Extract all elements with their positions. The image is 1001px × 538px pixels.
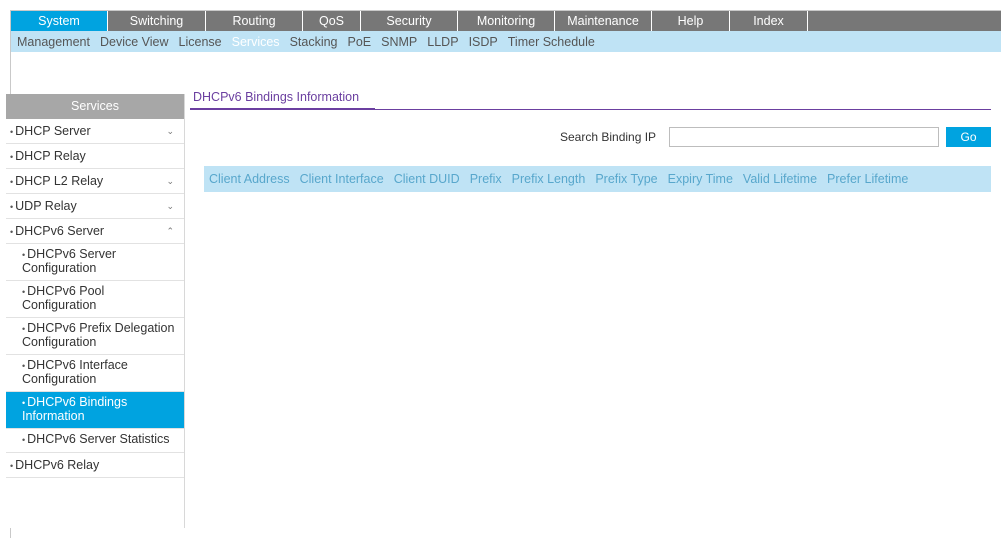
bullet-icon: • bbox=[22, 361, 26, 371]
column-header-prefix[interactable]: Prefix bbox=[465, 172, 507, 186]
search-binding-ip-label: Search Binding IP bbox=[560, 130, 657, 144]
sidebar-item-dhcp-server[interactable]: • DHCP Server ⌄ bbox=[6, 119, 184, 144]
sidebar-item-dhcpv6-relay[interactable]: • DHCPv6 Relay bbox=[6, 453, 184, 478]
title-underline bbox=[190, 108, 375, 110]
sub-navigation: Management Device View License Services … bbox=[11, 31, 1001, 52]
sidebar-item-label: DHCP L2 Relay bbox=[15, 174, 104, 188]
subnav-poe[interactable]: PoE bbox=[348, 35, 372, 49]
sidebar-item-dhcp-relay[interactable]: • DHCP Relay bbox=[6, 144, 184, 169]
sidebar-subitem-label: DHCPv6 Prefix Delegation Configuration bbox=[22, 321, 175, 349]
subnav-stacking[interactable]: Stacking bbox=[290, 35, 338, 49]
sidebar-item-label: DHCP Relay bbox=[15, 149, 86, 163]
bullet-icon: • bbox=[22, 287, 26, 297]
sidebar-subitem-label: DHCPv6 Bindings Information bbox=[22, 395, 128, 423]
bullet-icon: • bbox=[10, 202, 14, 212]
bullet-icon: • bbox=[10, 127, 14, 137]
sidebar: Services • DHCP Server ⌄ • DHCP Relay • DHC… bbox=[6, 94, 185, 528]
sidebar-subitem-bindings-information[interactable]: • DHCPv6 Bindings Information bbox=[6, 392, 184, 429]
column-header-prefer-lifetime[interactable]: Prefer Lifetime bbox=[822, 172, 913, 186]
go-button[interactable]: Go bbox=[946, 127, 991, 147]
subnav-isdp[interactable]: ISDP bbox=[469, 35, 498, 49]
sidebar-subitem-label: DHCPv6 Pool Configuration bbox=[22, 284, 105, 312]
search-binding-ip-input[interactable] bbox=[669, 127, 939, 147]
sidebar-header: Services bbox=[6, 94, 184, 119]
nav-tab-qos[interactable]: QoS bbox=[303, 11, 361, 31]
subnav-license[interactable]: License bbox=[179, 35, 222, 49]
subnav-snmp[interactable]: SNMP bbox=[381, 35, 417, 49]
bullet-icon: • bbox=[22, 250, 26, 260]
bullet-icon: • bbox=[22, 324, 26, 334]
bullet-icon: • bbox=[10, 461, 14, 471]
sidebar-subitem-pool-configuration[interactable]: • DHCPv6 Pool Configuration bbox=[6, 281, 184, 318]
column-header-client-address[interactable]: Client Address bbox=[204, 172, 295, 186]
sidebar-subitem-prefix-delegation[interactable]: • DHCPv6 Prefix Delegation Configuration bbox=[6, 318, 184, 355]
subnav-management[interactable]: Management bbox=[17, 35, 90, 49]
sidebar-subitem-label: DHCPv6 Server Statistics bbox=[27, 432, 170, 446]
column-header-prefix-type[interactable]: Prefix Type bbox=[590, 172, 662, 186]
sidebar-subitem-label: DHCPv6 Server Configuration bbox=[22, 247, 117, 275]
nav-filler bbox=[808, 11, 1001, 31]
sidebar-item-label: DHCPv6 Relay bbox=[15, 458, 100, 472]
chevron-down-icon[interactable]: ⌄ bbox=[166, 194, 174, 219]
chevron-down-icon[interactable]: ⌄ bbox=[166, 169, 174, 194]
subnav-device-view[interactable]: Device View bbox=[100, 35, 169, 49]
nav-tab-system[interactable]: System bbox=[11, 11, 108, 31]
nav-tab-routing[interactable]: Routing bbox=[206, 11, 303, 31]
sidebar-subitem-label: DHCPv6 Interface Configuration bbox=[22, 358, 128, 386]
nav-tab-help[interactable]: Help bbox=[652, 11, 730, 31]
bullet-icon: • bbox=[10, 152, 14, 162]
column-header-valid-lifetime[interactable]: Valid Lifetime bbox=[738, 172, 822, 186]
sidebar-subitem-server-configuration[interactable]: • DHCPv6 Server Configuration bbox=[6, 244, 184, 281]
column-header-expiry-time[interactable]: Expiry Time bbox=[663, 172, 738, 186]
chevron-up-icon[interactable]: ⌃ bbox=[166, 219, 174, 244]
sidebar-item-label: UDP Relay bbox=[15, 199, 77, 213]
sidebar-item-dhcpv6-server[interactable]: • DHCPv6 Server ⌃ bbox=[6, 219, 184, 244]
nav-tab-maintenance[interactable]: Maintenance bbox=[555, 11, 652, 31]
subnav-services[interactable]: Services bbox=[232, 35, 280, 49]
column-header-prefix-length[interactable]: Prefix Length bbox=[507, 172, 591, 186]
bullet-icon: • bbox=[10, 227, 14, 237]
page-title: DHCPv6 Bindings Information bbox=[193, 90, 360, 104]
sidebar-item-label: DHCPv6 Server bbox=[15, 224, 105, 238]
column-header-client-duid[interactable]: Client DUID bbox=[389, 172, 465, 186]
sidebar-item-label: DHCP Server bbox=[15, 124, 91, 138]
sidebar-subitem-interface-configuration[interactable]: • DHCPv6 Interface Configuration bbox=[6, 355, 184, 392]
chevron-down-icon[interactable]: ⌄ bbox=[166, 119, 174, 144]
subnav-timer-schedule[interactable]: Timer Schedule bbox=[508, 35, 595, 49]
nav-tab-monitoring[interactable]: Monitoring bbox=[458, 11, 555, 31]
nav-tab-index[interactable]: Index bbox=[730, 11, 808, 31]
bullet-icon: • bbox=[10, 177, 14, 187]
sidebar-item-dhcp-l2-relay[interactable]: • DHCP L2 Relay ⌄ bbox=[6, 169, 184, 194]
bindings-table-header: Client Address Client Interface Client D… bbox=[204, 166, 991, 192]
bullet-icon: • bbox=[22, 398, 26, 408]
top-navigation: System Switching Routing QoS Security Mo… bbox=[11, 11, 1001, 31]
bullet-icon: • bbox=[22, 435, 26, 445]
nav-tab-security[interactable]: Security bbox=[361, 11, 458, 31]
column-header-client-interface[interactable]: Client Interface bbox=[295, 172, 389, 186]
nav-tab-switching[interactable]: Switching bbox=[108, 11, 206, 31]
sidebar-item-udp-relay[interactable]: • UDP Relay ⌄ bbox=[6, 194, 184, 219]
subnav-lldp[interactable]: LLDP bbox=[427, 35, 458, 49]
sidebar-subitem-server-statistics[interactable]: • DHCPv6 Server Statistics bbox=[6, 429, 184, 453]
